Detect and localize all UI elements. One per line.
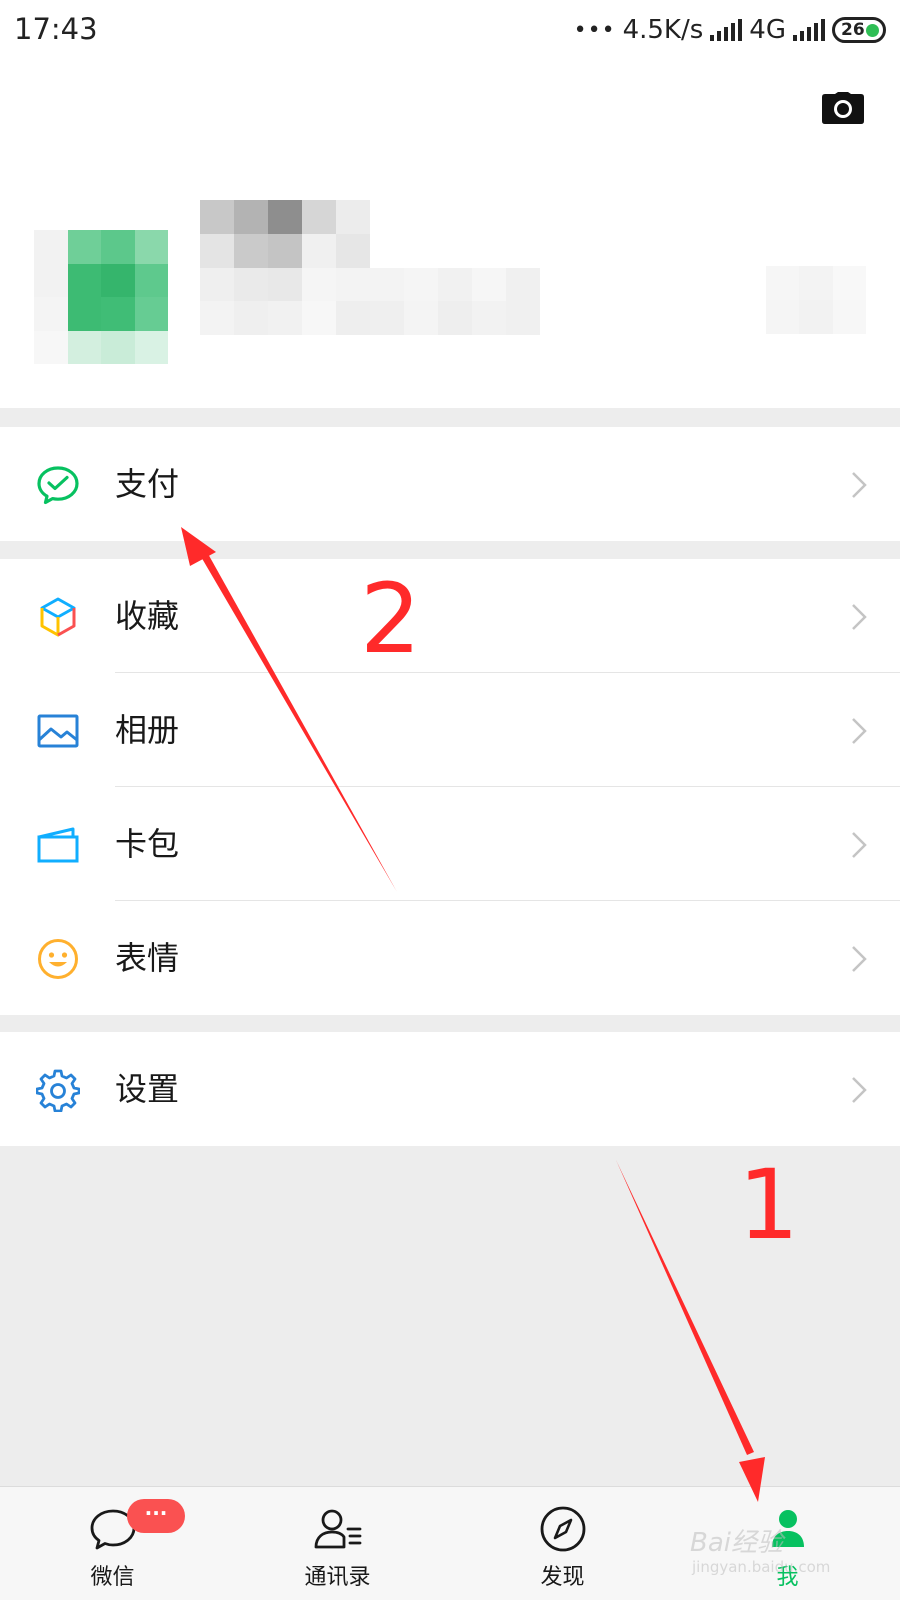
chevron-right-icon (852, 946, 867, 972)
menu-item-settings[interactable]: 设置 (0, 1032, 900, 1146)
tab-label: 通讯录 (304, 1565, 371, 1590)
menu-item-label: 相册 (115, 711, 180, 749)
menu-item-label: 表情 (115, 939, 180, 977)
battery-level: 26 (841, 20, 865, 40)
tab-label: 微信 (90, 1565, 135, 1590)
cube-icon (40, 597, 76, 637)
signal-icon (793, 19, 825, 41)
arrow-to-me-tab (616, 1160, 754, 1455)
picture-icon (37, 714, 79, 748)
camera-icon[interactable] (822, 92, 864, 124)
menu-item-pay[interactable]: 支付 (0, 427, 900, 541)
battery-icon: 26 (832, 17, 886, 43)
status-bar: 17:43 ••• 4.5K/s 4G 26 (0, 0, 900, 62)
compass-icon (540, 1506, 586, 1552)
menu-item-favorites[interactable]: 收藏 (0, 559, 900, 673)
status-time: 17:43 (14, 12, 98, 46)
chevron-right-icon (852, 718, 867, 744)
blurred-qr-code[interactable] (766, 266, 866, 334)
chevron-right-icon (852, 472, 867, 498)
tab-discover[interactable]: 发现 (450, 1487, 675, 1600)
menu-item-stickers[interactable]: 表情 (0, 901, 900, 1015)
tab-label: 发现 (540, 1565, 585, 1590)
chevron-right-icon (852, 832, 867, 858)
watermark: Bai经验 (690, 1528, 783, 1558)
menu-item-label: 支付 (115, 465, 180, 503)
watermark-url: jingyan.baidu.com (692, 1558, 831, 1576)
smiley-icon (38, 939, 78, 979)
menu-group-pay: 支付 (0, 427, 900, 541)
tab-chats[interactable]: ··· 微信 (0, 1487, 225, 1600)
signal-icon (710, 19, 743, 41)
network-speed: 4.5K/s (622, 15, 704, 45)
tab-contacts[interactable]: 通讯录 (225, 1487, 450, 1600)
contacts-icon (314, 1509, 362, 1549)
network-type: 4G (749, 15, 786, 45)
chevron-right-icon (852, 1077, 867, 1103)
menu-group-main: 收藏 相册 卡包 表情 (0, 559, 900, 1015)
status-indicators: ••• 4.5K/s 4G 26 (574, 12, 886, 48)
menu-group-settings: 设置 (0, 1032, 900, 1146)
avatar[interactable] (34, 230, 168, 364)
card-wallet-icon (37, 827, 79, 863)
menu-item-label: 收藏 (115, 597, 180, 635)
more-dots: ••• (573, 17, 616, 43)
menu-item-label: 卡包 (115, 825, 180, 863)
step-number-1: 1 (738, 1149, 799, 1261)
profile-header[interactable] (0, 62, 900, 408)
blurred-nickname (200, 200, 540, 335)
wechat-pay-icon (37, 466, 79, 505)
chevron-right-icon (852, 604, 867, 630)
gear-icon (36, 1069, 80, 1112)
menu-item-album[interactable]: 相册 (0, 673, 900, 787)
menu-item-cards[interactable]: 卡包 (0, 787, 900, 901)
unread-badge: ··· (127, 1499, 185, 1533)
menu-item-label: 设置 (115, 1070, 180, 1108)
